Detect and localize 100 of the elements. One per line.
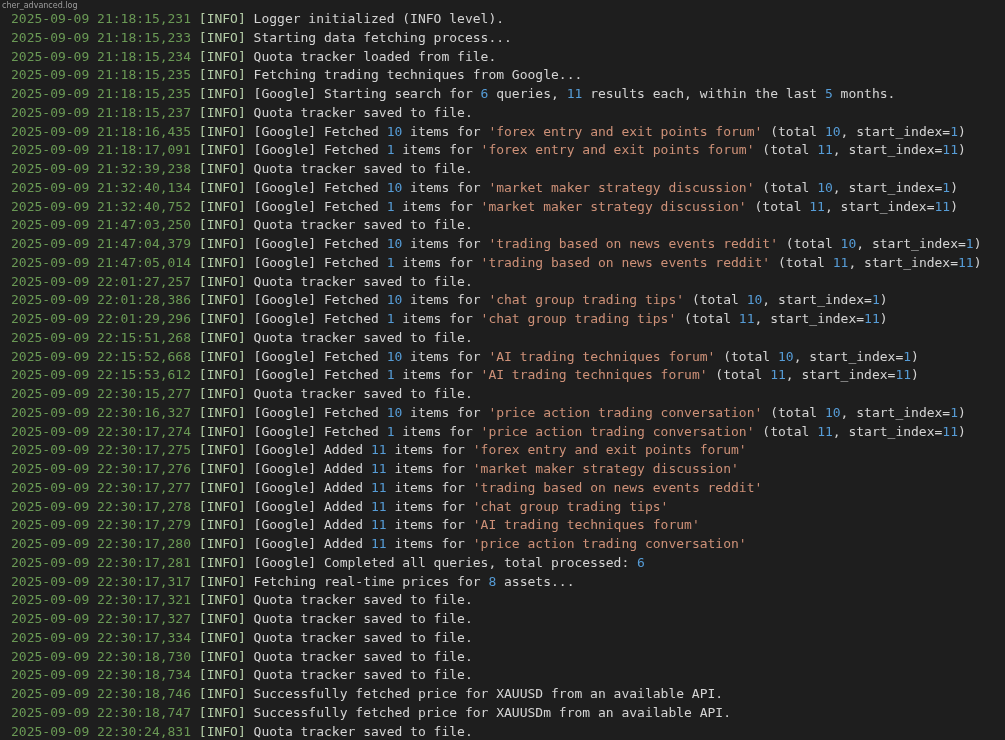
log-text: (total: [761, 422, 811, 441]
log-level: [INFO]: [198, 328, 246, 347]
file-tab-title[interactable]: cher_advanced.log: [2, 1, 78, 10]
log-timestamp: 2025-09-09 21:18:15,235: [11, 66, 191, 85]
log-number: 5: [824, 85, 833, 103]
log-level: [INFO]: [198, 197, 246, 216]
log-string: 'forex entry and exit points forum': [472, 441, 747, 460]
log-text: queries,: [495, 85, 560, 103]
log-number: 10: [824, 122, 841, 141]
log-number: 6: [480, 85, 489, 103]
log-text: Quota tracker saved to file.: [253, 591, 473, 610]
log-timestamp: 2025-09-09 21:18:16,435: [11, 122, 191, 141]
log-number: 1: [950, 403, 958, 422]
log-timestamp: 2025-09-09 22:30:18,734: [11, 666, 191, 685]
log-text: ): [879, 291, 888, 310]
log-text: [Google] Fetched: [253, 178, 380, 197]
log-number: 10: [386, 347, 403, 366]
log-string: 'forex entry and exit points forum': [488, 122, 763, 141]
log-number: 11: [817, 141, 833, 160]
log-timestamp: 2025-09-09 22:30:24,831: [11, 722, 191, 740]
log-number: 10: [824, 403, 841, 422]
log-timestamp: 2025-09-09 22:30:17,277: [11, 478, 191, 497]
log-string: 'chat group trading tips': [472, 497, 669, 516]
log-number: 11: [942, 422, 958, 441]
log-level: [INFO]: [198, 103, 246, 122]
log-number: 10: [746, 291, 763, 310]
log-text: (total: [769, 122, 819, 141]
log-text: [Google] Fetched: [253, 347, 380, 366]
log-text: items for: [401, 366, 474, 385]
log-text: (total: [761, 141, 811, 160]
log-level: [INFO]: [198, 403, 246, 422]
log-level: [INFO]: [198, 385, 246, 403]
log-text: items for: [393, 478, 466, 497]
log-level: [INFO]: [198, 647, 246, 666]
log-level: [INFO]: [198, 47, 246, 66]
log-number: 1: [386, 253, 395, 272]
log-text: items for: [401, 310, 474, 328]
log-text: Quota tracker saved to file.: [253, 216, 473, 235]
log-string: 'market maker strategy discussion': [480, 197, 747, 216]
log-number: 10: [386, 403, 403, 422]
log-text: Logger initialized (INFO level).: [253, 10, 505, 28]
log-timestamp: 2025-09-09 21:47:04,379: [11, 235, 191, 253]
log-number: 11: [895, 366, 912, 385]
log-text: ): [879, 310, 888, 328]
log-text: Quota tracker saved to file.: [253, 647, 473, 666]
log-string: 'trading based on news events reddit': [488, 235, 778, 253]
log-text: , start_index=: [840, 403, 951, 422]
log-level: [INFO]: [198, 216, 246, 235]
log-level: [INFO]: [198, 422, 246, 441]
log-text: [Google] Fetched: [253, 141, 380, 160]
log-text: items for: [409, 122, 482, 141]
log-level: [INFO]: [198, 85, 246, 103]
log-number: 6: [637, 553, 645, 572]
log-text: (total: [784, 235, 834, 253]
log-level: [INFO]: [198, 703, 246, 722]
log-level: [INFO]: [198, 610, 246, 628]
log-text: Quota tracker saved to file.: [253, 103, 473, 122]
log-text: (total: [683, 310, 733, 328]
log-text: ): [911, 347, 919, 366]
log-timestamp: 2025-09-09 21:18:15,231: [11, 10, 191, 28]
log-timestamp: 2025-09-09 21:32:40,134: [11, 178, 191, 197]
log-level: [INFO]: [198, 253, 246, 272]
log-text: ): [950, 178, 958, 197]
log-number: 1: [942, 178, 951, 197]
log-text: Fetching trading techniques from Google...: [253, 66, 583, 85]
log-number: 11: [738, 310, 755, 328]
log-timestamp: 2025-09-09 22:30:17,280: [11, 535, 191, 553]
log-timestamp: 2025-09-09 22:01:28,386: [11, 291, 191, 310]
log-text: [Google] Fetched: [253, 310, 380, 328]
log-number: 11: [817, 422, 833, 441]
log-text: Successfully fetched price for XAUUSD from an available API.: [253, 685, 724, 703]
log-number: 1: [386, 141, 395, 160]
log-timestamp: 2025-09-09 21:47:03,250: [11, 216, 191, 235]
log-level: [INFO]: [198, 366, 246, 385]
log-level: [INFO]: [198, 160, 246, 178]
log-number: 1: [871, 291, 880, 310]
log-string: 'trading based on news events reddit': [480, 253, 771, 272]
log-number: 8: [488, 572, 497, 591]
log-text: ): [950, 197, 958, 216]
log-level: [INFO]: [198, 10, 246, 28]
log-text: [Google] Added: [253, 516, 365, 535]
log-timestamp: 2025-09-09 22:30:17,276: [11, 460, 191, 478]
log-level: [INFO]: [198, 572, 246, 591]
log-text: ): [973, 235, 982, 253]
log-timestamp: 2025-09-09 22:15:52,668: [11, 347, 191, 366]
log-text: , start_index=: [793, 347, 904, 366]
log-text: [Google] Fetched: [253, 422, 380, 441]
log-level: [INFO]: [198, 722, 246, 740]
log-number: 11: [566, 85, 583, 103]
log-string: 'price action trading conversation': [480, 422, 755, 441]
log-string: 'market maker strategy discussion': [488, 178, 755, 197]
log-level: [INFO]: [198, 347, 246, 366]
log-level: [INFO]: [198, 460, 246, 478]
log-text: , start_index=: [840, 122, 951, 141]
log-text: Quota tracker saved to file.: [253, 628, 473, 647]
log-timestamp: 2025-09-09 22:30:17,278: [11, 497, 191, 516]
log-timestamp: 2025-09-09 21:18:15,234: [11, 47, 191, 66]
log-string: 'chat group trading tips': [480, 310, 677, 328]
log-level: [INFO]: [198, 666, 246, 685]
log-string: 'trading based on news events reddit': [472, 478, 763, 497]
